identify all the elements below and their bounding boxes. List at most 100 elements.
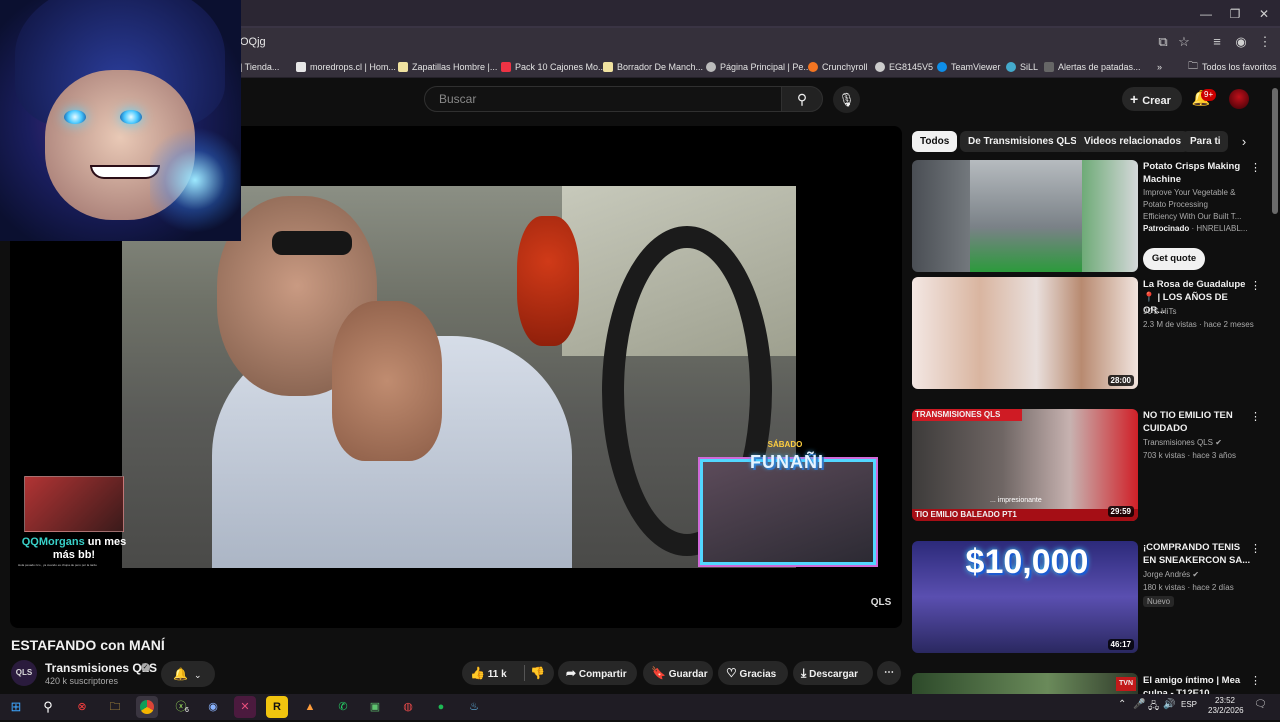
more-vert-icon[interactable]: ⋮	[1250, 674, 1261, 687]
rec-thumbnail[interactable]: 28:00	[912, 277, 1138, 389]
bookmark-item[interactable]: moredrops.cl | Hom...	[296, 60, 396, 74]
search-icon[interactable]: ⚲	[37, 696, 59, 718]
bookmark-star-icon[interactable]: ☆	[1175, 33, 1193, 51]
anime-avatar-overlay	[0, 0, 241, 241]
bookmark-item[interactable]: Borrador De Manch...	[603, 60, 703, 74]
get-quote-button[interactable]: Get quote	[1143, 248, 1205, 270]
streamer-webcam	[24, 476, 124, 532]
dislike-button[interactable]: 👎	[530, 661, 552, 685]
chip-all[interactable]: Todos	[912, 131, 958, 152]
close-icon[interactable]: ✕	[1249, 4, 1279, 24]
bookmark-item[interactable]: Zapatillas Hombre |...	[398, 60, 497, 74]
driver-hand	[332, 301, 442, 461]
rec-title[interactable]: El amigo íntimo | Mea culpa - T12E10	[1143, 674, 1243, 694]
address-bar[interactable]: OQjg	[240, 31, 1200, 53]
more-vert-icon[interactable]: ⋮	[1250, 161, 1261, 174]
globe-icon	[706, 62, 716, 72]
divider	[524, 665, 525, 681]
thumbs-down-icon: 👎	[530, 666, 545, 680]
restore-icon[interactable]: ❐	[1220, 4, 1250, 24]
channel-watermark: QLS	[870, 597, 892, 608]
rec-title[interactable]: Potato Crisps Making Machine	[1143, 160, 1243, 186]
mic-tray-icon[interactable]: 🎤	[1133, 699, 1145, 710]
volume-icon[interactable]: 🔊	[1163, 699, 1175, 710]
bookmark-item[interactable]: | Tienda...	[240, 60, 279, 74]
rec-channel[interactable]: 90'S HiTs	[1143, 306, 1263, 318]
more-vert-icon[interactable]: ⋮	[1250, 410, 1261, 423]
discord-icon[interactable]: ◉	[202, 696, 224, 718]
bookmarks-overflow-button[interactable]: »	[1157, 60, 1162, 74]
chrome-icon[interactable]	[136, 696, 158, 718]
minimize-icon[interactable]: —	[1191, 4, 1221, 24]
bookmark-item[interactable]: Pack 10 Cajones Mo...	[501, 60, 606, 74]
minecraft-icon[interactable]: ▣	[364, 696, 386, 718]
page-icon	[398, 62, 408, 72]
voice-search-button[interactable]: 🎙	[833, 86, 860, 113]
steam-icon[interactable]: ♨	[463, 696, 485, 718]
subscriber-count: 420 k suscriptores	[45, 676, 119, 686]
teamviewer-icon	[937, 62, 947, 72]
rec-title[interactable]: ¡COMPRANDO TENIS EN SNEAKERCON SA...	[1143, 541, 1251, 567]
file-explorer-icon[interactable]: 🗀	[104, 696, 126, 718]
more-vert-icon[interactable]: ⋮	[1250, 542, 1261, 555]
tray-chevron-icon[interactable]: ⌃	[1118, 699, 1126, 710]
bookmark-item[interactable]: Alertas de patadas...	[1044, 60, 1141, 74]
chip-for-you[interactable]: Para ti	[1182, 131, 1228, 152]
capture-icon[interactable]: ◍	[397, 696, 419, 718]
clock[interactable]: 23:52 23/2/2026	[1208, 696, 1244, 716]
bookmark-item[interactable]: Crunchyroll	[808, 60, 868, 74]
notification-center-icon[interactable]: 🗨	[1254, 699, 1267, 710]
account-avatar[interactable]	[1229, 89, 1249, 109]
moredrops-icon	[296, 62, 306, 72]
antivirus-icon[interactable]: ⊗	[71, 696, 93, 718]
video-title: ESTAFANDO con MANÍ	[11, 637, 165, 653]
app-icon[interactable]: ▲	[299, 696, 321, 718]
search-input[interactable]: Buscar	[424, 86, 782, 112]
reading-list-icon[interactable]: ≡	[1208, 33, 1226, 51]
create-button[interactable]: + Crear	[1122, 87, 1182, 111]
share-button[interactable]: ➦ Compartir	[558, 661, 637, 685]
video-frame	[122, 186, 796, 568]
spotify-icon[interactable]: ●	[430, 696, 452, 718]
rec-title[interactable]: NO TIO EMILIO TEN CUIDADO	[1143, 409, 1243, 435]
rec-thumbnail[interactable]: TVN	[912, 673, 1138, 694]
search-button[interactable]: ⚲	[781, 86, 823, 112]
menu-dots-icon[interactable]: ⋮	[1256, 33, 1274, 51]
notifications-badge: 9+	[1201, 89, 1217, 101]
more-vert-icon[interactable]: ⋮	[1250, 279, 1261, 292]
profile-icon[interactable]: ◉	[1232, 33, 1250, 51]
network-icon[interactable]: 🖧	[1148, 699, 1159, 716]
page-scrollbar[interactable]	[1272, 88, 1278, 214]
bookmark-item[interactable]: SiLL	[1006, 60, 1038, 74]
bookmark-icon: 🔖	[651, 666, 666, 680]
editor-icon[interactable]: ✕	[234, 696, 256, 718]
channel-avatar[interactable]: QLS	[11, 660, 37, 686]
chip-related[interactable]: Videos relacionados	[1076, 131, 1190, 152]
download-button[interactable]: ⤓ Descargar	[793, 661, 873, 685]
save-button[interactable]: 🔖 Guardar	[643, 661, 713, 685]
thumb-banner: TRANSMISIONES QLS	[912, 409, 1022, 421]
rec-channel[interactable]: Transmisiones QLS ✔	[1143, 437, 1263, 449]
install-app-icon[interactable]: ⧉	[1154, 33, 1172, 51]
language-indicator[interactable]: ESP	[1181, 700, 1197, 709]
rec-thumbnail[interactable]: TRANSMISIONES QLS TIO EMILIO BALEADO PT1…	[912, 409, 1138, 521]
duration-badge: 29:59	[1107, 506, 1134, 517]
thanks-button[interactable]: ♡ Gracias	[718, 661, 788, 685]
bookmark-item[interactable]: Página Principal | Pe...	[706, 60, 811, 74]
rockstar-icon[interactable]: R	[266, 696, 288, 718]
like-button[interactable]: 👍 11 k	[470, 661, 524, 685]
bookmark-item[interactable]: TeamViewer	[937, 60, 1000, 74]
rec-channel[interactable]: Jorge Andrés ✔	[1143, 569, 1263, 581]
chevron-right-icon[interactable]: ›	[1236, 133, 1252, 151]
ad-thumbnail[interactable]	[912, 160, 1138, 272]
notification-subscribe-button[interactable]: 🔔 ⌄	[161, 661, 215, 687]
whatsapp-icon[interactable]: ✆	[332, 696, 354, 718]
chrome-logo	[140, 700, 154, 714]
chip-channel[interactable]: De Transmisiones QLS	[960, 131, 1085, 152]
windows-start-icon[interactable]: ⊞	[5, 696, 27, 718]
more-actions-button[interactable]: ⋯	[877, 661, 901, 685]
rec-thumbnail[interactable]: $10,000 46:17	[912, 541, 1138, 653]
anime-eye-right	[120, 110, 142, 124]
bookmark-item[interactable]: EG8145V5	[875, 60, 933, 74]
all-favorites-folder[interactable]: 🗀 Todos los favoritos	[1188, 60, 1277, 74]
